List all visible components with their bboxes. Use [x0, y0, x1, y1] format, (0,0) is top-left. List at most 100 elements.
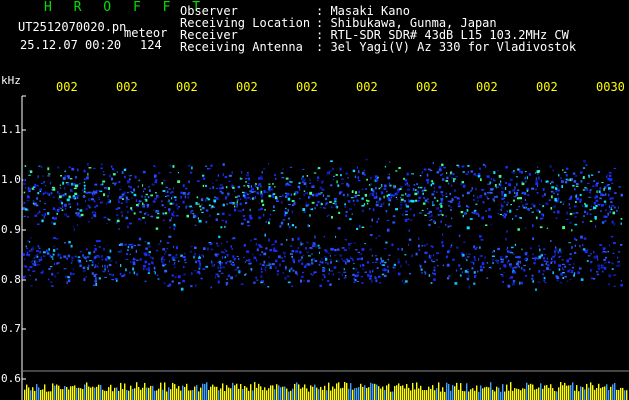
noise-dot	[433, 278, 436, 281]
activity-bar	[24, 389, 26, 400]
noise-dot	[613, 242, 616, 245]
activity-bar	[254, 382, 256, 400]
activity-bar	[422, 390, 424, 400]
activity-bar	[50, 391, 52, 400]
noise-dot	[168, 209, 170, 213]
noise-dot	[473, 271, 476, 274]
noise-dot	[335, 206, 338, 208]
noise-dot	[576, 183, 579, 185]
noise-dot	[302, 208, 306, 211]
noise-dot	[208, 204, 211, 207]
noise-dot	[202, 255, 204, 258]
noise-dot	[302, 168, 305, 170]
noise-dot	[397, 258, 400, 260]
noise-dot	[217, 261, 221, 263]
noise-dot	[582, 176, 585, 179]
noise-dot	[563, 201, 566, 203]
noise-dot	[300, 241, 302, 244]
noise-dot	[42, 175, 44, 177]
noise-dot	[379, 197, 382, 201]
noise-dot	[212, 182, 214, 185]
noise-dot	[33, 257, 35, 259]
noise-dot	[288, 269, 291, 273]
noise-dot	[86, 260, 88, 262]
noise-dot	[311, 274, 314, 276]
noise-dot	[232, 237, 236, 240]
noise-dot	[64, 193, 67, 195]
noise-dot	[588, 174, 590, 177]
noise-dot	[374, 175, 378, 179]
noise-dot	[611, 268, 614, 270]
noise-dot	[274, 249, 278, 252]
noise-dot	[225, 196, 228, 199]
noise-dot	[522, 204, 524, 208]
noise-dot	[119, 188, 122, 190]
activity-bar	[38, 387, 40, 400]
noise-dot	[596, 255, 598, 259]
noise-dot	[164, 269, 168, 273]
noise-dot	[593, 255, 597, 259]
noise-dot	[451, 244, 453, 246]
noise-dot	[83, 278, 86, 282]
noise-dot	[460, 268, 462, 270]
noise-dot	[77, 197, 79, 199]
noise-dot	[355, 267, 358, 271]
noise-dot	[386, 219, 390, 221]
noise-dot	[69, 178, 73, 180]
noise-dot	[22, 253, 25, 256]
noise-dot	[469, 218, 473, 220]
noise-dot	[157, 210, 159, 212]
noise-dot	[64, 170, 66, 173]
noise-dot	[234, 208, 237, 212]
noise-dot	[138, 179, 140, 182]
noise-dot	[86, 176, 89, 180]
noise-dot	[511, 171, 515, 174]
noise-dot	[101, 259, 103, 261]
noise-dot	[370, 183, 372, 185]
noise-dot	[63, 255, 67, 258]
activity-bar	[218, 390, 220, 400]
activity-bar	[268, 388, 270, 400]
noise-dot	[378, 235, 381, 237]
activity-bar	[600, 388, 602, 400]
noise-dot	[322, 268, 324, 269]
noise-dot	[301, 263, 304, 265]
activity-bar	[588, 387, 590, 400]
noise-dot	[221, 262, 223, 264]
noise-dot	[333, 197, 337, 200]
noise-dot	[575, 185, 579, 187]
noise-dot	[462, 184, 466, 188]
noise-dot	[400, 196, 402, 199]
noise-dot	[50, 192, 53, 194]
noise-dot	[462, 194, 464, 197]
noise-dot	[611, 204, 614, 207]
noise-dot	[47, 175, 51, 177]
noise-dot	[346, 182, 349, 186]
activity-bar	[522, 388, 524, 400]
activity-bar	[102, 389, 104, 400]
noise-dot	[383, 195, 385, 199]
noise-dot	[225, 250, 228, 252]
noise-dot	[59, 200, 63, 203]
noise-dot	[243, 256, 245, 259]
noise-dot	[118, 244, 121, 246]
noise-dot	[543, 279, 545, 282]
noise-dot	[163, 214, 165, 216]
noise-dot	[358, 190, 360, 194]
noise-dot	[456, 164, 459, 166]
noise-dot	[147, 196, 150, 199]
noise-dot	[574, 215, 577, 218]
noise-dot	[603, 188, 605, 191]
noise-dot	[107, 198, 111, 200]
noise-dot	[348, 244, 351, 246]
noise-dot	[240, 222, 244, 225]
noise-dot	[600, 267, 603, 269]
noise-dot	[500, 260, 504, 263]
noise-dot	[334, 202, 337, 206]
activity-bar	[510, 382, 512, 400]
noise-dot	[484, 164, 487, 168]
noise-dot	[317, 201, 320, 204]
noise-dot	[289, 181, 293, 183]
noise-dot	[380, 191, 384, 195]
noise-dot	[422, 202, 426, 205]
